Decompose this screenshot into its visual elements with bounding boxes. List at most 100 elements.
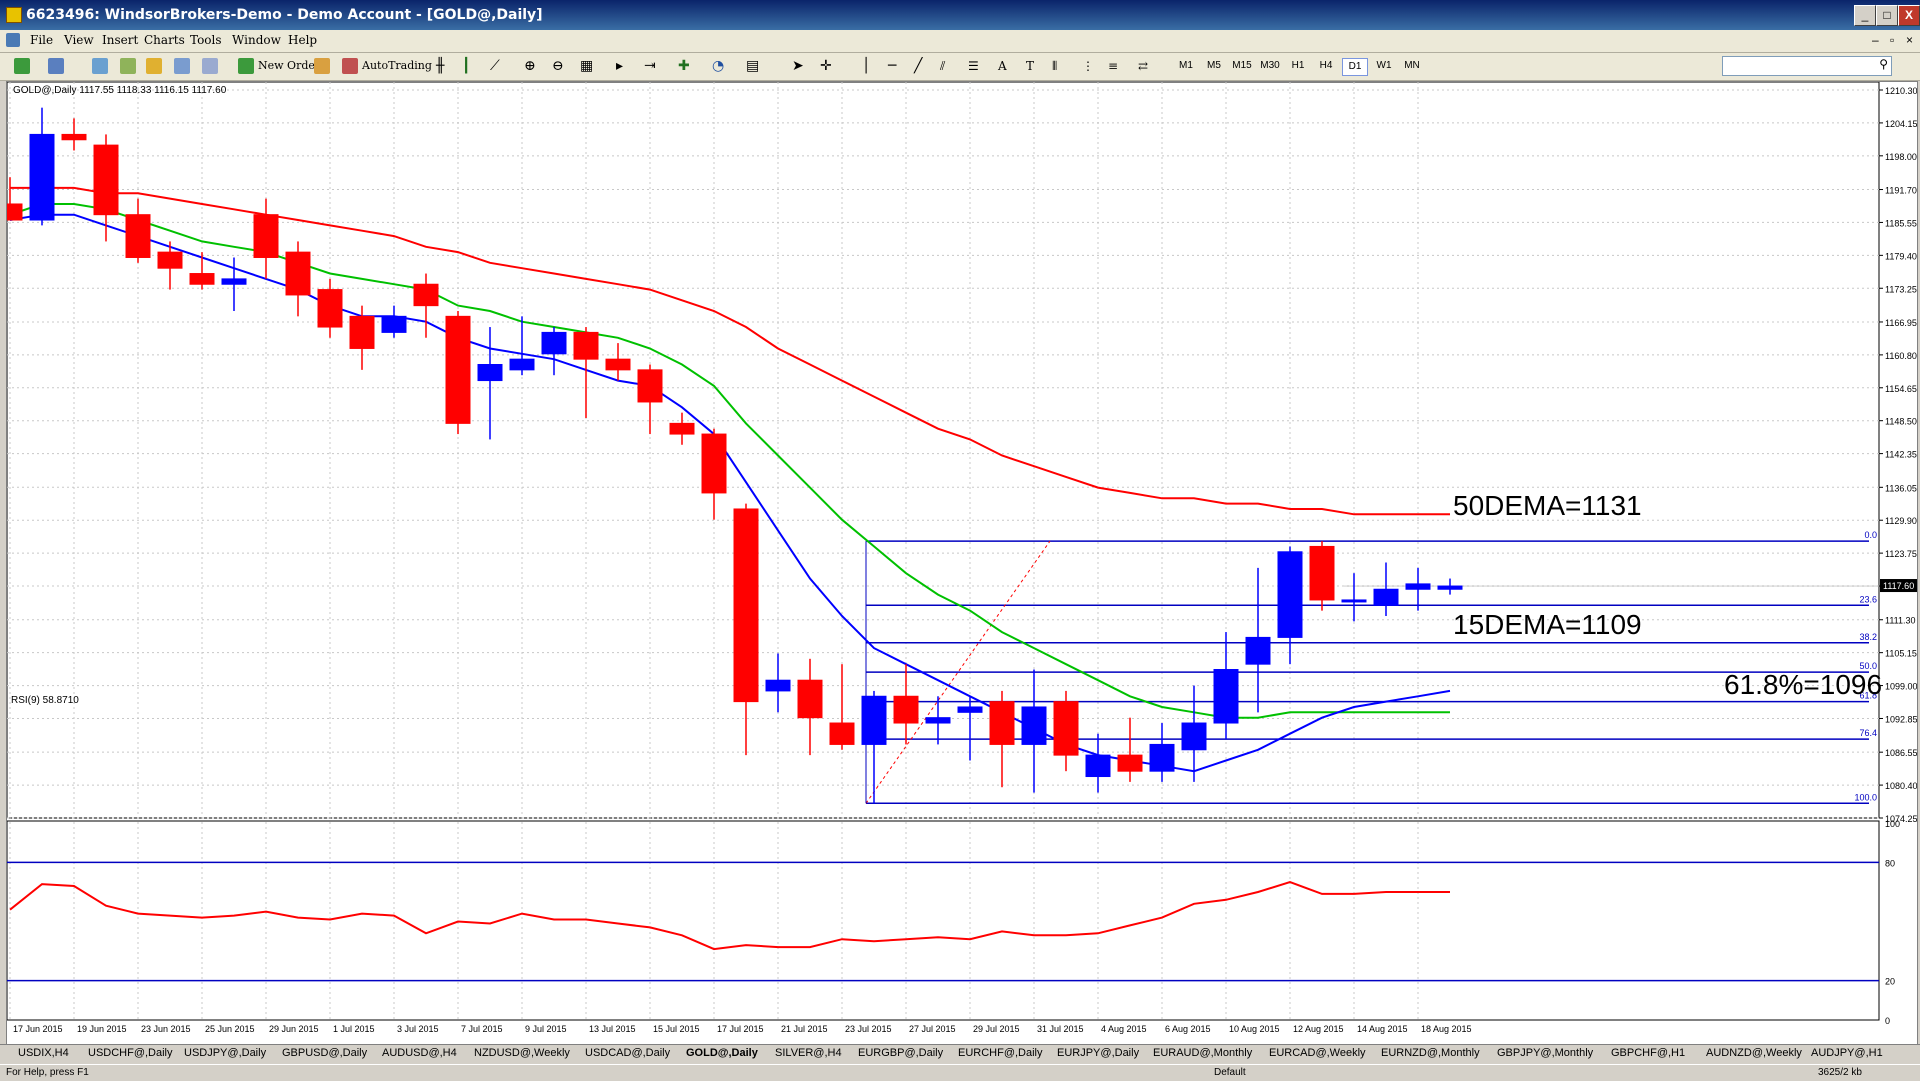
- chart-shift-icon[interactable]: ⇥: [644, 57, 656, 75]
- trendline-icon[interactable]: ╱: [914, 57, 922, 75]
- tab-gbpchf-h1[interactable]: GBPCHF@,H1: [1611, 1047, 1685, 1059]
- favorites-icon[interactable]: [146, 58, 162, 74]
- chart-canvas[interactable]: 0.023.638.250.061.876.4100.0 1210.301204…: [0, 81, 1918, 1045]
- menu-charts[interactable]: Charts: [144, 33, 185, 47]
- tab-eurgbp-daily[interactable]: EURGBP@,Daily: [858, 1047, 943, 1059]
- child-restore-icon[interactable]: ▫: [1890, 33, 1894, 47]
- maximize-button[interactable]: □: [1876, 5, 1898, 26]
- tab-nzdusd-weekly[interactable]: NZDUSD@,Weekly: [474, 1047, 570, 1059]
- autotrading-button[interactable]: AutoTrading: [362, 57, 432, 75]
- metaeditor-icon[interactable]: [314, 58, 330, 74]
- child-close-icon[interactable]: ×: [1906, 33, 1913, 47]
- price-label: 1111.30: [1885, 616, 1916, 626]
- indicators-icon[interactable]: ✚: [678, 57, 690, 75]
- tab-usdjpy-daily[interactable]: USDJPY@,Daily: [184, 1047, 266, 1059]
- menu-view[interactable]: View: [64, 33, 94, 47]
- candle-body: [989, 701, 1015, 745]
- menu-file[interactable]: File: [30, 33, 53, 47]
- date-label: 13 Jul 2015: [589, 1024, 636, 1034]
- menu-insert[interactable]: Insert: [102, 33, 138, 47]
- cursor-icon[interactable]: ➤: [792, 57, 804, 75]
- fibonacci-icon[interactable]: ☰: [968, 57, 979, 75]
- text-label-icon[interactable]: T: [1026, 57, 1034, 75]
- tab-eurnzd-monthly[interactable]: EURNZD@,Monthly: [1381, 1047, 1480, 1059]
- tab-eurjpy-daily[interactable]: EURJPY@,Daily: [1057, 1047, 1139, 1059]
- timeframe-h1[interactable]: H1: [1286, 58, 1310, 74]
- horizontal-line-icon[interactable]: ─: [888, 57, 896, 75]
- search-icon[interactable]: ⚲: [1879, 57, 1888, 71]
- timeframe-m30[interactable]: M30: [1258, 58, 1282, 74]
- chart-window[interactable]: 0.0 23.6 38.2 50.0 61.8 76.4 100.0 1210.30 1204…: [0, 81, 1918, 1046]
- tile-windows-icon[interactable]: ▦: [580, 57, 593, 75]
- tab-audusd-h4[interactable]: AUDUSD@,H4: [382, 1047, 457, 1059]
- date-label: 23 Jun 2015: [141, 1024, 191, 1034]
- tester-icon[interactable]: [202, 58, 218, 74]
- periods-icon[interactable]: ◔: [712, 57, 724, 75]
- market-watch-icon[interactable]: [92, 58, 108, 74]
- timeframe-h4[interactable]: H4: [1314, 58, 1338, 74]
- tab-gbpusd-daily[interactable]: GBPUSD@,Daily: [282, 1047, 367, 1059]
- text-icon[interactable]: A: [998, 57, 1007, 75]
- menu-tools[interactable]: Tools: [190, 33, 222, 47]
- tab-audnzd-weekly[interactable]: AUDNZD@,Weekly: [1706, 1047, 1802, 1059]
- equidistant-channel-icon[interactable]: ⫽: [940, 57, 945, 75]
- candle-body: [381, 315, 407, 333]
- timeframe-d1[interactable]: D1: [1342, 58, 1368, 76]
- ma-line: [10, 186, 1450, 516]
- profiles-icon[interactable]: [48, 58, 64, 74]
- timeframe-m5[interactable]: M5: [1202, 58, 1226, 74]
- candle-body: [1373, 588, 1399, 606]
- menu-help[interactable]: Help: [288, 33, 317, 47]
- auto-scroll-icon[interactable]: ▸: [616, 57, 623, 75]
- candle-body: [0, 203, 23, 221]
- child-minimize-icon[interactable]: –: [1872, 33, 1879, 47]
- zoom-in-icon[interactable]: ⊕: [524, 57, 536, 75]
- tab-silver-h4[interactable]: SILVER@,H4: [775, 1047, 842, 1059]
- arrows-icon[interactable]: ⇄: [1138, 57, 1148, 75]
- bar-chart-icon[interactable]: ╫: [436, 57, 444, 75]
- tab-eurcad-weekly[interactable]: EURCAD@,Weekly: [1269, 1047, 1366, 1059]
- new-chart-icon[interactable]: [14, 58, 30, 74]
- tab-audjpy-h1[interactable]: AUDJPY@,H1: [1811, 1047, 1883, 1059]
- fibo-fan-icon[interactable]: ⋮: [1082, 57, 1094, 75]
- line-chart-icon[interactable]: ⟋: [490, 57, 500, 75]
- terminal-icon[interactable]: [174, 58, 190, 74]
- templates-icon[interactable]: ▤: [746, 57, 759, 75]
- gann-icon[interactable]: ⦀: [1052, 57, 1057, 75]
- zoom-out-icon[interactable]: ⊖: [552, 57, 564, 75]
- vertical-line-icon[interactable]: │: [862, 57, 870, 75]
- new-order-icon[interactable]: [238, 58, 254, 74]
- candlestick-icon[interactable]: ┃: [462, 57, 470, 75]
- rsi-line: [9, 881, 1450, 951]
- price-label: 1179.40: [1885, 251, 1917, 261]
- timeframe-mn[interactable]: MN: [1400, 58, 1424, 74]
- crosshair-icon[interactable]: ✛: [820, 57, 832, 75]
- autotrading-icon[interactable]: [342, 58, 358, 74]
- timeframe-m1[interactable]: M1: [1174, 58, 1198, 74]
- candle-body: [93, 144, 119, 216]
- chart-window-icon: [6, 33, 20, 47]
- tab-gold-daily[interactable]: GOLD@,Daily: [686, 1047, 758, 1059]
- new-order-button[interactable]: New Order: [258, 57, 320, 75]
- tab-usdchf-daily[interactable]: USDCHF@,Daily: [88, 1047, 173, 1059]
- minimize-button[interactable]: _: [1854, 5, 1876, 26]
- date-label: 23 Jul 2015: [845, 1024, 892, 1034]
- tab-usdx-h4[interactable]: USDIX,H4: [18, 1047, 69, 1059]
- tab-usdcad-daily[interactable]: USDCAD@,Daily: [585, 1047, 670, 1059]
- tab-gbpjpy-monthly[interactable]: GBPJPY@,Monthly: [1497, 1047, 1593, 1059]
- close-button[interactable]: X: [1898, 5, 1920, 26]
- menu-window[interactable]: Window: [232, 33, 281, 47]
- date-label: 3 Jul 2015: [397, 1024, 439, 1034]
- candle-body: [957, 706, 983, 713]
- timeframe-m15[interactable]: M15: [1230, 58, 1254, 74]
- date-label: 7 Jul 2015: [461, 1024, 503, 1034]
- timeframe-w1[interactable]: W1: [1372, 58, 1396, 74]
- navigator-icon[interactable]: [120, 58, 136, 74]
- tab-euraud-monthly[interactable]: EURAUD@,Monthly: [1153, 1047, 1252, 1059]
- date-label: 15 Jul 2015: [653, 1024, 700, 1034]
- date-label: 10 Aug 2015: [1229, 1024, 1280, 1034]
- fibo-arcs-icon[interactable]: ≡: [1108, 57, 1118, 75]
- tab-eurchf-daily[interactable]: EURCHF@,Daily: [958, 1047, 1043, 1059]
- rsi-axis-label: 100: [1885, 819, 1900, 829]
- search-input[interactable]: ⚲: [1722, 56, 1892, 76]
